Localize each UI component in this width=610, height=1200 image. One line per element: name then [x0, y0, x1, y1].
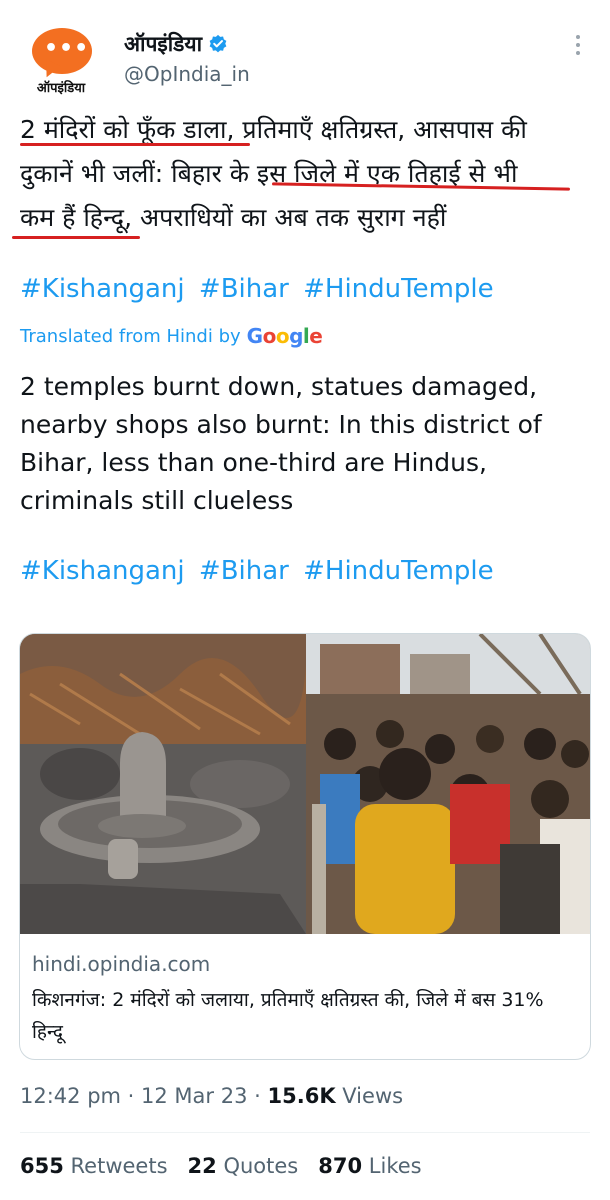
views-label: Views [342, 1084, 404, 1108]
hashtag-link[interactable]: #HinduTemple [303, 274, 494, 304]
link-preview-card[interactable]: hindi.opindia.com किशनगंज: 2 मंदिरों को … [19, 633, 591, 1060]
tweet: ••• ऑपइंडिया ऑपइंडिया @OpIndia_in 2 मंदि… [0, 0, 610, 1200]
hashtag-link[interactable]: #Kishanganj [20, 556, 185, 586]
divider [20, 1132, 590, 1133]
card-domain: hindi.opindia.com [32, 952, 211, 976]
avatar-dots: ••• [44, 36, 90, 61]
author-name-row[interactable]: ऑपइंडिया [124, 30, 228, 58]
hindi-line-3: कम हैं हिन्दू, अपराधियों का अब तक सुराग … [20, 203, 447, 232]
translated-label: Translated from Hindi by [20, 325, 241, 347]
translated-by[interactable]: Translated from Hindi by Google [20, 324, 323, 348]
tweet-text-translated: 2 temples burnt down, statues damaged, n… [20, 372, 542, 515]
retweets-count: 655 [20, 1154, 64, 1178]
hashtag-link[interactable]: #Kishanganj [20, 274, 185, 304]
avatar[interactable]: ••• ऑपइंडिया [20, 26, 100, 106]
card-image[interactable] [20, 634, 591, 934]
tweet-date[interactable]: 12 Mar 23 [141, 1084, 247, 1108]
avatar-logo-text: ऑपइंडिया [36, 81, 86, 96]
hashtag-link[interactable]: #Bihar [199, 556, 289, 586]
tweet-meta: 12:42 pm · 12 Mar 23 · 15.6K Views [20, 1084, 403, 1108]
quotes-stat[interactable]: 22 Quotes [188, 1154, 299, 1178]
display-name[interactable]: ऑपइंडिया [124, 30, 202, 58]
red-underline-mark [20, 143, 250, 146]
quotes-label: Quotes [223, 1154, 299, 1178]
google-logo: Google [246, 324, 323, 348]
more-options-icon[interactable] [566, 30, 590, 60]
quotes-count: 22 [187, 1154, 217, 1178]
tweet-stats: 655 Retweets 22 Quotes 870 Likes [20, 1154, 422, 1178]
separator-dot: · [127, 1084, 142, 1108]
card-title: किशनगंज: 2 मंदिरों को जलाया, प्रतिमाएँ क… [32, 989, 544, 1043]
retweets-label: Retweets [70, 1154, 168, 1178]
hashtags: #Kishanganj #Bihar #HinduTemple [20, 274, 500, 304]
red-underline-mark [12, 236, 140, 239]
likes-label: Likes [368, 1154, 422, 1178]
verified-badge-icon [209, 34, 227, 53]
hashtag-link[interactable]: #Bihar [199, 274, 289, 304]
views-count: 15.6K [267, 1084, 336, 1108]
hashtags-translated: #Kishanganj #Bihar #HinduTemple [20, 556, 500, 586]
tweet-time[interactable]: 12:42 pm [20, 1084, 121, 1108]
tweet-text-hindi: 2 मंदिरों को फूँक डाला, प्रतिमाएँ क्षतिग… [20, 108, 600, 240]
handle[interactable]: @OpIndia_in [124, 62, 250, 86]
hashtag-link[interactable]: #HinduTemple [303, 556, 494, 586]
separator-dot: · [254, 1084, 268, 1108]
retweets-stat[interactable]: 655 Retweets [20, 1154, 168, 1178]
likes-count: 870 [318, 1154, 363, 1178]
likes-stat[interactable]: 870 Likes [318, 1154, 421, 1178]
